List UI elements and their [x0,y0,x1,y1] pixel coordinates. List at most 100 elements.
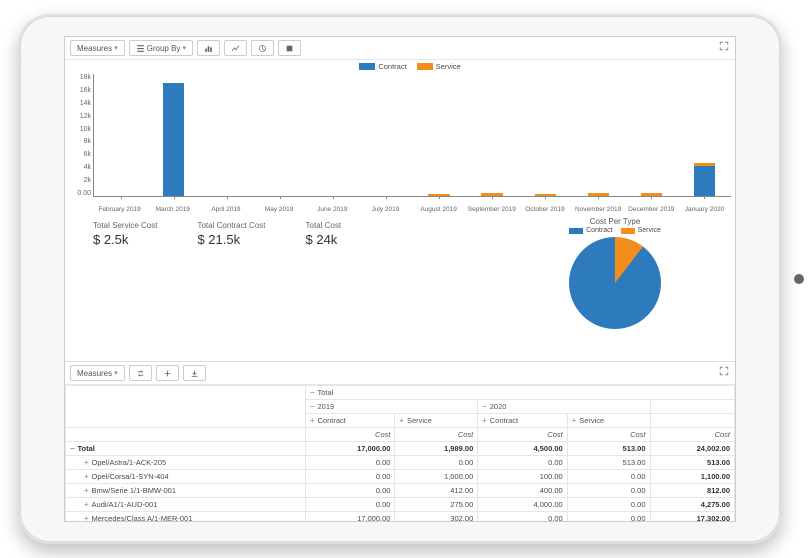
line-chart-button[interactable] [224,40,247,56]
bar-slot [147,74,200,196]
expand-all-button[interactable] [156,365,179,381]
bar-chart: Contract Service 18k16k14k12k10k8k6k4k2k… [65,60,735,215]
cell: 812.00 [650,484,735,498]
table-row[interactable]: +Mercedes/Class A/1-MER-00117,000.00302.… [66,512,735,523]
collapse-icon[interactable]: − [482,402,487,411]
measures-dropdown[interactable]: Measures ▾ [70,365,125,381]
x-tick: February 2019 [93,206,146,213]
table-row[interactable]: +Bmw/Serie 1/1-BMW-0010.00412.00400.000.… [66,484,735,498]
kpi-row: Total Service Cost $ 2.5k Total Contract… [65,215,735,335]
legend-swatch-service [621,228,635,234]
expand-icon[interactable]: + [482,416,487,425]
kpi-value: $ 21.5k [197,232,265,247]
home-button[interactable] [794,274,804,284]
expand-icon[interactable]: + [399,416,404,425]
col-cost: Cost [395,428,478,442]
cell: 0.00 [567,484,650,498]
caret-down-icon: ▾ [114,44,118,52]
collapse-icon[interactable]: − [310,402,315,411]
list-view-button[interactable] [278,40,301,56]
expand-icon[interactable]: + [84,472,89,481]
cell: 24,002.00 [650,442,735,456]
pie-chart-icon [258,44,267,53]
cell: 17,302.00 [650,512,735,523]
bar-chart-button[interactable] [197,40,220,56]
table-row[interactable]: +Audi/A1/1-AUD-0010.00275.004,000.000.00… [66,498,735,512]
download-button[interactable] [183,365,206,381]
y-tick: 2k [65,177,91,184]
cell: 1,989.00 [395,442,478,456]
kpi-service-cost: Total Service Cost $ 2.5k [93,221,157,335]
y-tick: 0.00 [65,190,91,197]
collapse-icon[interactable]: − [70,444,75,453]
pivot-table: −Total −2019 −2020 +Contract +Service +C… [65,385,735,522]
bar-slot [306,74,359,196]
bar-slot [253,74,306,196]
cell: 17,000.00 [306,512,395,523]
bar-chart-icon [204,44,213,53]
x-tick: September 2019 [465,206,518,213]
group-by-dropdown[interactable]: Group By ▾ [129,40,193,56]
cell: 0.00 [395,456,478,470]
cell: 412.00 [395,484,478,498]
measures-label: Measures [77,44,112,53]
y-tick: 12k [65,113,91,120]
cell: 0.00 [306,498,395,512]
swap-icon [136,369,145,378]
bar-slot [466,74,519,196]
bar-segment [163,83,184,196]
expand-icon[interactable] [719,41,729,53]
app-screen: Measures ▾ Group By ▾ [64,36,736,522]
legend-swatch-contract [569,228,583,234]
expand-icon[interactable]: + [310,416,315,425]
bar-slot [94,74,147,196]
collapse-icon[interactable]: − [310,388,315,397]
caret-down-icon: ▾ [182,44,186,52]
flip-axis-button[interactable] [129,365,152,381]
bar-slot [412,74,465,196]
measures-label: Measures [77,369,112,378]
table-row[interactable]: −Total17,000.001,989.004,500.00513.0024,… [66,442,735,456]
cell: 275.00 [395,498,478,512]
col-contract: Contract [318,416,346,425]
table-icon [285,44,294,53]
expand-icon[interactable] [719,366,729,378]
col-service: Service [579,416,604,425]
expand-icon[interactable]: + [84,514,89,522]
tablet-frame: Measures ▾ Group By ▾ [18,14,782,544]
x-tick: August 2019 [412,206,465,213]
pie-chart-button[interactable] [251,40,274,56]
table-row[interactable]: +Opel/Astra/1-ACK-2050.000.000.00513.005… [66,456,735,470]
cell: 17,000.00 [306,442,395,456]
x-tick: December 2019 [625,206,678,213]
pie-legend: Contract Service [515,227,715,234]
kpi-label: Total Cost [306,221,342,230]
bar-slot [200,74,253,196]
measures-dropdown[interactable]: Measures ▾ [70,40,125,56]
kpi-total-cost: Total Cost $ 24k [306,221,342,335]
col-cost: Cost [478,428,567,442]
expand-icon[interactable]: + [84,500,89,509]
kpi-value: $ 24k [306,232,342,247]
col-total: Total [318,388,334,397]
bar-chart-plot [93,74,731,197]
y-tick: 6k [65,151,91,158]
cell: 0.00 [306,484,395,498]
x-tick: July 2019 [359,206,412,213]
col-cost: Cost [306,428,395,442]
cell: 0.00 [567,470,650,484]
download-icon [190,369,199,378]
cell: 0.00 [306,470,395,484]
lower-panel: Measures ▾ [65,361,735,521]
col-2020: 2020 [490,402,507,411]
cell: 0.00 [567,512,650,523]
col-cost: Cost [567,428,650,442]
table-row[interactable]: +Opel/Corsa/1-SYN-4040.001,000.00100.000… [66,470,735,484]
cell: 0.00 [478,512,567,523]
expand-icon[interactable]: + [84,458,89,467]
expand-icon[interactable]: + [572,416,577,425]
expand-icon[interactable]: + [84,486,89,495]
cell: 513.00 [567,456,650,470]
legend-label: Service [638,227,661,234]
pie-title: Cost Per Type [515,217,715,226]
